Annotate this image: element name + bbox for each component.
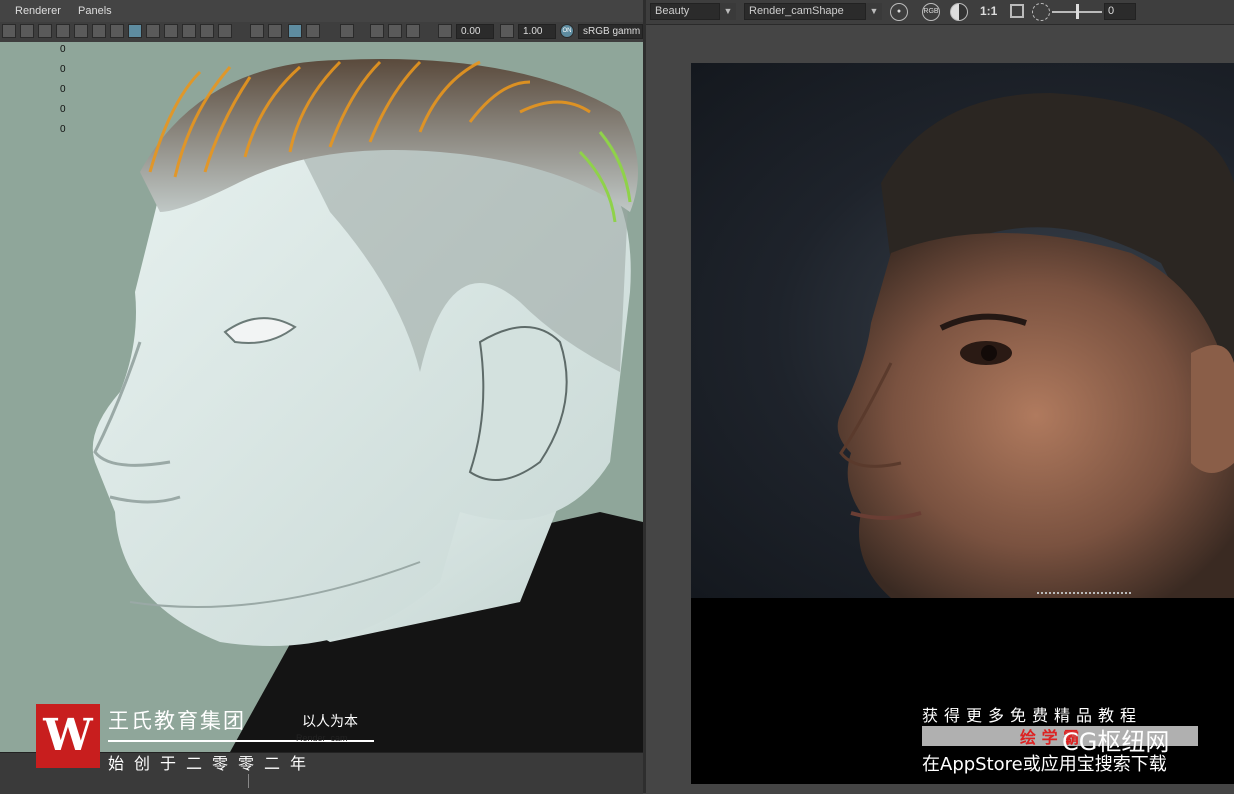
camera-label: Render_cam xyxy=(296,733,348,743)
zoom-ratio[interactable]: 1:1 xyxy=(980,4,997,18)
render-view-panel: Beauty ▼ Render_camShape ▼ ● RGB 1:1 0 xyxy=(646,0,1234,793)
timeline-marker[interactable] xyxy=(248,774,249,788)
exposure-slider-handle[interactable] xyxy=(1076,4,1079,19)
isolate-select-icon[interactable] xyxy=(340,24,354,38)
use-all-lights-icon[interactable] xyxy=(182,24,196,38)
company-name: 王氏教育集团 xyxy=(108,709,246,733)
xray-joints-icon[interactable] xyxy=(370,24,384,38)
camera-dropdown[interactable]: Render_camShape xyxy=(744,3,866,20)
motion-blur-icon[interactable] xyxy=(268,24,282,38)
exposure-icon[interactable] xyxy=(1032,3,1050,21)
render-view-toolbar: Beauty ▼ Render_camShape ▼ ● RGB 1:1 0 xyxy=(646,0,1234,25)
exposure-icon[interactable] xyxy=(438,24,452,38)
promo-line-3: 在AppStore或应用宝搜索下载 xyxy=(922,754,1167,775)
hud-value: 0 xyxy=(60,64,66,75)
film-gate-icon[interactable] xyxy=(388,24,402,38)
xray-icon[interactable] xyxy=(218,24,232,38)
render-icon[interactable]: ● xyxy=(890,3,908,21)
textured-icon[interactable] xyxy=(164,24,178,38)
two-d-pan-icon[interactable] xyxy=(74,24,88,38)
exposure-input[interactable]: 0 xyxy=(1104,3,1136,20)
smooth-shade-icon[interactable] xyxy=(128,24,142,38)
alpha-channel-icon[interactable] xyxy=(950,3,968,21)
camera-attributes-icon[interactable] xyxy=(20,24,34,38)
company-logo: W xyxy=(36,704,100,768)
wireframe-icon[interactable] xyxy=(110,24,124,38)
menu-renderer[interactable]: Renderer xyxy=(15,5,61,17)
color-space-field[interactable]: sRGB gamm xyxy=(578,24,643,39)
frame-icon[interactable] xyxy=(1010,4,1024,18)
anti-aliasing-icon[interactable] xyxy=(288,24,302,38)
menu-panels[interactable]: Panels xyxy=(78,5,112,17)
portrait-render xyxy=(837,93,1234,598)
wireframe-on-shaded-icon[interactable] xyxy=(146,24,160,38)
rgb-channel-icon[interactable]: RGB xyxy=(922,3,940,21)
viewport-toolbar: 0.00 1.00 ON sRGB gamm xyxy=(0,22,643,43)
company-slogan: 以人为本 xyxy=(302,714,358,730)
render-area xyxy=(646,25,1234,793)
grease-pencil-icon[interactable] xyxy=(92,24,106,38)
ambient-occlusion-icon[interactable] xyxy=(250,24,264,38)
hud-value: 0 xyxy=(60,124,66,135)
depth-of-field-icon[interactable] xyxy=(306,24,320,38)
shadows-icon[interactable] xyxy=(200,24,214,38)
viewport-canvas[interactable] xyxy=(0,42,643,752)
select-camera-icon[interactable] xyxy=(2,24,16,38)
hud-value: 0 xyxy=(60,44,66,55)
rendered-portrait xyxy=(691,63,1234,598)
viewport-panel: Renderer Panels 0.00 1.00 ON sRGB gamm 0… xyxy=(0,0,643,794)
color-management-toggle[interactable]: ON xyxy=(560,24,574,38)
bookmark-icon[interactable] xyxy=(38,24,52,38)
logo-letter: W xyxy=(43,710,93,761)
chevron-down-icon[interactable]: ▼ xyxy=(866,3,882,20)
gamma-icon[interactable] xyxy=(500,24,514,38)
hud-value: 0 xyxy=(60,104,66,115)
exposure-field[interactable]: 0.00 xyxy=(456,24,494,39)
founded-text: 始创于二零零二年 xyxy=(108,754,317,773)
render-pass-dropdown[interactable]: Beauty xyxy=(650,3,720,20)
chevron-down-icon[interactable]: ▼ xyxy=(720,3,736,20)
resolution-gate-icon[interactable] xyxy=(406,24,420,38)
region-indicator xyxy=(1037,592,1131,600)
hud-value: 0 xyxy=(60,84,66,95)
head-model-render xyxy=(92,59,643,752)
panel-menubar: Renderer Panels xyxy=(0,0,643,22)
image-plane-icon[interactable] xyxy=(56,24,70,38)
gamma-field[interactable]: 1.00 xyxy=(518,24,556,39)
